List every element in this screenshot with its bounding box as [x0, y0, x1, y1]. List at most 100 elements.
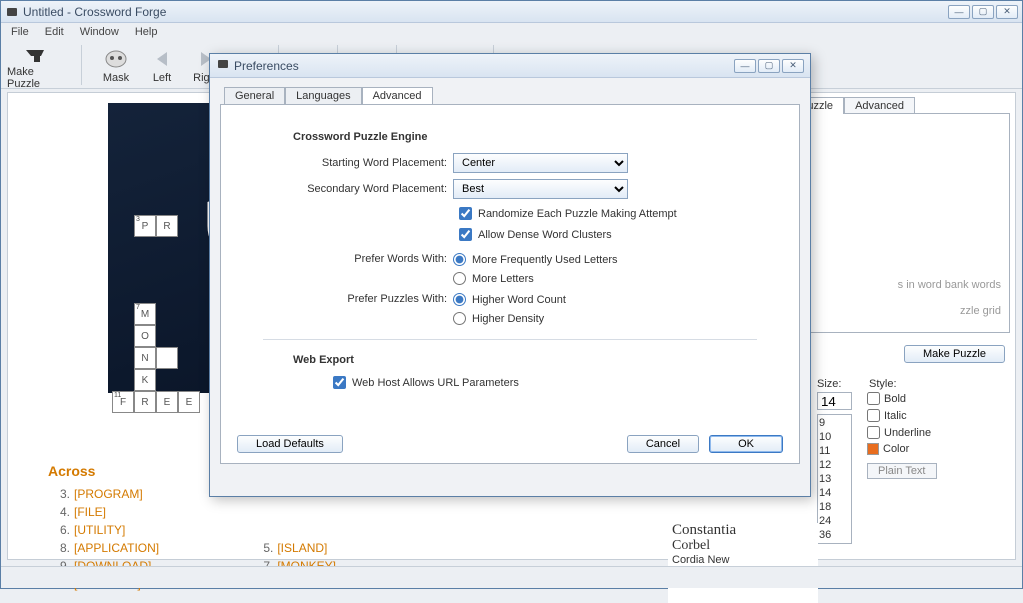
font-option[interactable]: Corbel — [668, 538, 818, 553]
size-label: Size: — [817, 378, 841, 390]
right-panel: Puzzle Advanced s in word bank words zzl… — [815, 93, 1015, 559]
puzzle-cell[interactable] — [156, 347, 178, 369]
prefer-words-radio1[interactable] — [453, 253, 466, 266]
dense-label: Allow Dense Word Clusters — [478, 229, 612, 241]
puzzle-cell[interactable]: E — [156, 391, 178, 413]
clue-item[interactable]: 6.[UTILITY] — [48, 521, 248, 539]
starting-placement-select[interactable]: Center — [453, 153, 628, 173]
size-option[interactable]: 9 — [819, 416, 850, 430]
size-option[interactable]: 13 — [819, 472, 850, 486]
section-webexport: Web Export — [293, 354, 777, 366]
puzzle-cell[interactable]: N — [134, 347, 156, 369]
hint-text: s in word bank words — [898, 279, 1001, 291]
dialog-minimize-button[interactable]: — — [734, 59, 756, 73]
color-checkbox[interactable]: Color — [867, 443, 937, 455]
font-panel: Size: Style: Bold Italic Underline Color… — [817, 378, 1007, 573]
hint-text: zzle grid — [898, 305, 1001, 317]
size-input[interactable] — [817, 392, 852, 410]
clue-item[interactable]: 4.[FILE] — [48, 503, 248, 521]
make-puzzle-button[interactable]: Make Puzzle — [904, 345, 1005, 363]
window-controls: — ▢ ✕ — [948, 5, 1018, 19]
menu-edit[interactable]: Edit — [39, 25, 70, 39]
ok-button[interactable]: OK — [709, 435, 783, 453]
size-option[interactable]: 11 — [819, 444, 850, 458]
toolbar-separator — [81, 45, 82, 85]
font-option[interactable]: Constantia — [668, 523, 818, 538]
clue-item[interactable]: 5.[ISLAND] — [251, 539, 451, 557]
menu-window[interactable]: Window — [74, 25, 125, 39]
dialog-titlebar: Preferences — ▢ ✕ — [210, 54, 810, 78]
secondary-placement-label: Secondary Word Placement: — [243, 183, 453, 195]
section-engine: Crossword Puzzle Engine — [293, 131, 777, 143]
size-option[interactable]: 12 — [819, 458, 850, 472]
mask-icon — [103, 46, 129, 72]
dialog-body: Crossword Puzzle Engine Starting Word Pl… — [220, 104, 800, 464]
tab-advanced[interactable]: Advanced — [844, 97, 915, 114]
italic-checkbox[interactable]: Italic — [867, 409, 937, 422]
clue-item[interactable]: 8.[APPLICATION] — [48, 539, 248, 557]
randomize-checkbox[interactable] — [459, 207, 472, 220]
preferences-dialog: Preferences — ▢ ✕ General Languages Adva… — [209, 53, 811, 497]
size-option[interactable]: 24 — [819, 514, 850, 528]
window-title: Untitled - Crossword Forge — [23, 5, 948, 19]
dense-checkbox[interactable] — [459, 228, 472, 241]
dialog-title: Preferences — [234, 59, 734, 73]
plain-text-button[interactable]: Plain Text — [867, 463, 937, 479]
size-list[interactable]: 91011121314182436 — [817, 414, 852, 544]
maximize-button[interactable]: ▢ — [972, 5, 994, 19]
close-button[interactable]: ✕ — [996, 5, 1018, 19]
puzzle-cell[interactable]: 7M — [134, 303, 156, 325]
size-option[interactable]: 18 — [819, 500, 850, 514]
puzzle-cell[interactable]: R — [156, 215, 178, 237]
puzzle-cell[interactable]: E — [178, 391, 200, 413]
cancel-button[interactable]: Cancel — [627, 435, 699, 453]
starting-placement-label: Starting Word Placement: — [243, 157, 453, 169]
puzzle-cell[interactable]: K — [134, 369, 156, 391]
anvil-icon — [24, 40, 50, 66]
menu-file[interactable]: File — [5, 25, 35, 39]
prefer-puzzles-radio1[interactable] — [453, 293, 466, 306]
size-option[interactable]: 10 — [819, 430, 850, 444]
toolbar-mask[interactable]: Mask — [96, 46, 136, 84]
load-defaults-button[interactable]: Load Defaults — [237, 435, 343, 453]
menubar: File Edit Window Help — [1, 23, 1022, 41]
randomize-label: Randomize Each Puzzle Making Attempt — [478, 208, 677, 220]
size-option[interactable]: 14 — [819, 486, 850, 500]
prefer-words-label: Prefer Words With: — [243, 253, 453, 265]
underline-checkbox[interactable]: Underline — [867, 426, 937, 439]
app-icon — [5, 5, 19, 19]
side-content: s in word bank words zzle grid — [810, 113, 1010, 333]
puzzle-cell[interactable]: 3P — [134, 215, 156, 237]
bold-checkbox[interactable]: Bold — [867, 392, 937, 405]
tab-advanced-dlg[interactable]: Advanced — [362, 87, 433, 105]
statusbar — [1, 566, 1022, 588]
prefer-puzzles-label: Prefer Puzzles With: — [243, 293, 453, 305]
main-titlebar: Untitled - Crossword Forge — ▢ ✕ — [1, 1, 1022, 23]
app-icon — [216, 57, 230, 74]
tab-languages[interactable]: Languages — [285, 87, 361, 105]
prefer-words-radio2[interactable] — [453, 272, 466, 285]
tab-general[interactable]: General — [224, 87, 285, 105]
secondary-placement-select[interactable]: Best — [453, 179, 628, 199]
menu-help[interactable]: Help — [129, 25, 164, 39]
dialog-tabs: General Languages Advanced — [224, 86, 810, 104]
dialog-close-button[interactable]: ✕ — [782, 59, 804, 73]
arrow-left-icon — [149, 46, 175, 72]
webhost-checkbox[interactable] — [333, 376, 346, 389]
puzzle-cell[interactable]: O — [134, 325, 156, 347]
minimize-button[interactable]: — — [948, 5, 970, 19]
divider — [263, 339, 757, 340]
style-label: Style: — [869, 378, 897, 390]
dialog-buttons: Load Defaults Cancel OK — [237, 435, 783, 453]
puzzle-cell[interactable]: 11F — [112, 391, 134, 413]
font-list[interactable]: ConstantiaCorbelCordia NewCordiaUPC — [668, 523, 818, 603]
puzzle-cell[interactable]: R — [134, 391, 156, 413]
webhost-label: Web Host Allows URL Parameters — [352, 377, 519, 389]
toolbar-make-puzzle[interactable]: Make Puzzle — [7, 40, 67, 90]
prefer-puzzles-radio2[interactable] — [453, 312, 466, 325]
style-options: Bold Italic Underline Color Plain Text — [867, 392, 937, 479]
color-swatch — [867, 443, 879, 455]
size-option[interactable]: 36 — [819, 528, 850, 542]
dialog-maximize-button[interactable]: ▢ — [758, 59, 780, 73]
toolbar-left[interactable]: Left — [144, 46, 180, 84]
